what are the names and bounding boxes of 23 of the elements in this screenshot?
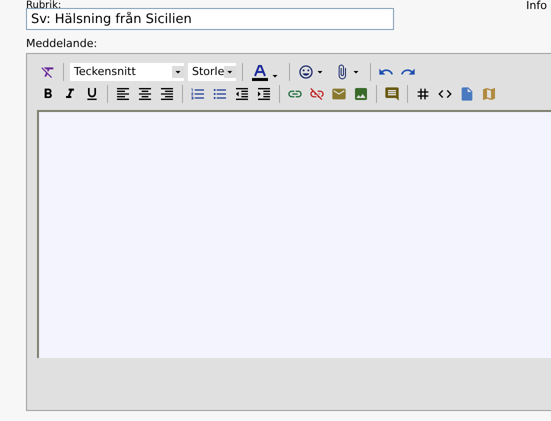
caret-icon — [224, 66, 236, 78]
bullet-list-icon — [212, 86, 228, 102]
dropdown-select[interactable]: Teckensnitt — [70, 63, 184, 81]
outdent-icon — [234, 86, 250, 102]
align-right-icon — [159, 86, 175, 102]
hash-icon — [415, 86, 431, 102]
side-label: Info — [526, 0, 547, 12]
comment-icon — [384, 86, 400, 102]
mail-icon — [331, 86, 347, 102]
indent-icon — [256, 86, 272, 102]
caret-icon — [172, 66, 184, 78]
unlink-icon — [309, 86, 325, 102]
align-left-icon — [115, 86, 131, 102]
numbered-list-icon — [190, 86, 206, 102]
smiley-icon — [298, 64, 314, 80]
dropdown-select[interactable]: Storle — [188, 63, 236, 81]
image-icon — [353, 86, 369, 102]
map-icon — [481, 86, 497, 102]
align-center-icon — [137, 86, 153, 102]
file-icon — [459, 86, 475, 102]
text-color-icon — [251, 64, 269, 82]
field-label: Rubrik: — [26, 0, 62, 11]
field-label: Meddelande: — [26, 37, 98, 51]
